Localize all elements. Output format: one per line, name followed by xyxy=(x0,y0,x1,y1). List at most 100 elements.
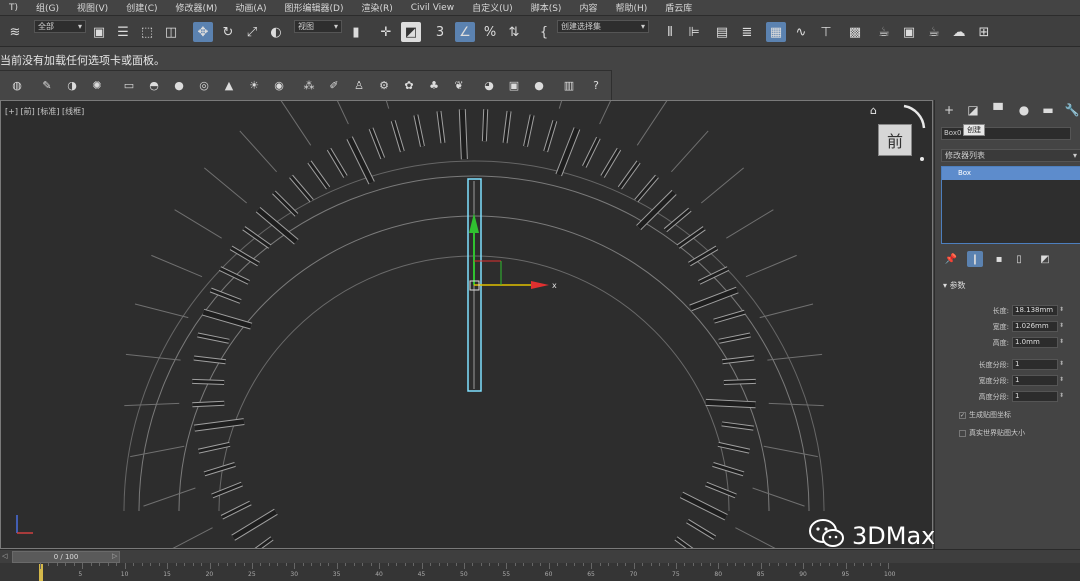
move-icon[interactable]: ✥ xyxy=(193,22,213,42)
spinner-snap-icon[interactable]: ⇅ xyxy=(504,22,524,42)
modify-tab-icon[interactable]: ◪ xyxy=(964,101,982,119)
particle-icon[interactable]: ⁂ xyxy=(300,76,318,94)
spinner-icon[interactable]: ⬍ xyxy=(1059,338,1064,345)
align-icon[interactable]: ⊫ xyxy=(684,22,704,42)
real-world-map-checkbox[interactable]: 真实世界贴图大小 xyxy=(959,428,1025,438)
menu-item[interactable]: 渲染(R) xyxy=(352,1,401,14)
remove-modifier-icon[interactable]: ▯ xyxy=(1011,251,1027,267)
modifier-stack[interactable]: Box xyxy=(941,166,1080,244)
modifier-list-dropdown[interactable]: 修改器列表 xyxy=(941,149,1080,162)
plant-icon[interactable]: ✿ xyxy=(400,76,418,94)
select-object-icon[interactable]: ▣ xyxy=(89,22,109,42)
named-selection-dropdown[interactable]: 创建选择集 xyxy=(557,20,649,33)
viewcube[interactable]: ⌂ 前 xyxy=(862,100,932,165)
cone-icon[interactable]: ▲ xyxy=(220,76,238,94)
render-iterative-icon[interactable]: ☁ xyxy=(949,22,969,42)
sun-icon[interactable]: ☀ xyxy=(245,76,263,94)
show-end-result-icon[interactable]: ❙ xyxy=(967,251,983,267)
height-segs-field[interactable]: 1 xyxy=(1012,391,1058,402)
keyboard-shortcut-icon[interactable]: ◩ xyxy=(401,22,421,42)
menu-item[interactable]: 图形编辑器(D) xyxy=(276,1,353,14)
sphere-icon[interactable]: ● xyxy=(170,76,188,94)
spinner-icon[interactable]: ⬍ xyxy=(1059,306,1064,313)
hierarchy-tab-icon[interactable]: ▀ xyxy=(989,101,1007,119)
snap-3d-icon[interactable]: 3 xyxy=(430,22,450,42)
selection-filter-dropdown[interactable]: 全部 xyxy=(34,20,86,33)
height-field[interactable]: 1.0mm xyxy=(1012,337,1058,348)
percent-snap-icon[interactable]: % xyxy=(480,22,500,42)
fur-icon[interactable]: ❦ xyxy=(450,76,468,94)
place-icon[interactable]: ◐ xyxy=(266,22,286,42)
material-ball-icon[interactable]: ● xyxy=(530,76,548,94)
menu-item[interactable]: 自定义(U) xyxy=(463,1,522,14)
pivot-icon[interactable]: ▮ xyxy=(346,22,366,42)
toggle-ribbon-icon[interactable]: ▦ xyxy=(766,22,786,42)
help-icon[interactable]: ? xyxy=(587,76,605,94)
edit-named-sel-icon[interactable]: { xyxy=(534,22,554,42)
front-viewport[interactable]: [+] [前] [标准] [线框] x xyxy=(0,100,933,549)
torus-icon[interactable]: ◎ xyxy=(195,76,213,94)
rotate-icon[interactable]: ↻ xyxy=(218,22,238,42)
menu-item[interactable]: 内容 xyxy=(570,1,606,14)
viewcube-front-face[interactable]: 前 xyxy=(878,124,912,156)
globe-icon[interactable]: ◕ xyxy=(480,76,498,94)
menu-item[interactable]: 脚本(S) xyxy=(522,1,571,14)
undo-redo-icon[interactable]: ≋ xyxy=(5,22,25,42)
motion-tab-icon[interactable]: ● xyxy=(1015,101,1033,119)
material-editor-icon[interactable]: ▩ xyxy=(845,22,865,42)
pen-icon[interactable]: ✐ xyxy=(325,76,343,94)
window-crossing-icon[interactable]: ◫ xyxy=(161,22,181,42)
spinner-icon[interactable]: ⬍ xyxy=(1059,392,1064,399)
gen-map-coords-checkbox[interactable]: ✓ 生成贴图坐标 xyxy=(959,410,1011,420)
rollout-header[interactable]: ▾ 参数 xyxy=(941,280,1080,291)
render-cloud-icon[interactable]: ⊞ xyxy=(974,22,994,42)
pin-stack-icon[interactable]: 📌 xyxy=(943,251,959,267)
width-field[interactable]: 1.026mm xyxy=(1012,321,1058,332)
dome-icon[interactable]: ◓ xyxy=(145,76,163,94)
menu-item[interactable]: 帮助(H) xyxy=(606,1,656,14)
select-by-name-icon[interactable]: ☰ xyxy=(113,22,133,42)
create-tab-icon[interactable]: + xyxy=(940,101,958,119)
box-prim-icon[interactable]: ▭ xyxy=(120,76,138,94)
track-toggle-icon[interactable]: ◁ xyxy=(2,552,7,560)
menu-item[interactable]: 动画(A) xyxy=(226,1,275,14)
camera-icon[interactable]: ▣ xyxy=(505,76,523,94)
schematic-icon[interactable]: ⊤ xyxy=(816,22,836,42)
menu-item[interactable]: T) xyxy=(0,3,27,13)
time-slider[interactable]: 0 / 100 xyxy=(12,551,120,563)
length-field[interactable]: 18.138mm xyxy=(1012,305,1058,316)
sphere-half-icon[interactable]: ◑ xyxy=(63,76,81,94)
scene-explorer-icon[interactable]: ▤ xyxy=(712,22,732,42)
object-name-field[interactable]: Box0 xyxy=(941,127,1071,140)
display-tab-icon[interactable]: ▬ xyxy=(1039,101,1057,119)
tree-icon[interactable]: ♣ xyxy=(425,76,443,94)
menu-item[interactable]: 创建(C) xyxy=(117,1,166,14)
next-frame-icon[interactable]: ▷ xyxy=(112,552,117,560)
figure-icon[interactable]: ♙ xyxy=(350,76,368,94)
settings-icon[interactable]: ▥ xyxy=(560,76,578,94)
width-segs-field[interactable]: 1 xyxy=(1012,375,1058,386)
rect-selection-icon[interactable]: ⬚ xyxy=(137,22,157,42)
menu-item[interactable]: 盾云库 xyxy=(656,1,701,14)
render-setup-icon[interactable]: ☕ xyxy=(874,22,894,42)
track-bar[interactable]: 5 10 15 20 25 30 35 40 45 50 55 60 65 70 75 80 85 90 95 100 xyxy=(0,563,1080,581)
mirror-icon[interactable]: ⫴ xyxy=(660,22,680,42)
utilities-tab-icon[interactable]: 🔧 xyxy=(1063,101,1080,119)
ref-coord-dropdown[interactable]: 视图 xyxy=(294,20,342,33)
curve-editor-icon[interactable]: ∿ xyxy=(791,22,811,42)
length-segs-field[interactable]: 1 xyxy=(1012,359,1058,370)
rendered-frame-icon[interactable]: ▣ xyxy=(899,22,919,42)
angle-snap-icon[interactable]: ∠ xyxy=(455,22,475,42)
menu-item[interactable]: 修改器(M) xyxy=(167,1,227,14)
select-manipulate-icon[interactable]: ✛ xyxy=(376,22,396,42)
menu-item[interactable]: 组(G) xyxy=(27,1,68,14)
spinner-icon[interactable]: ⬍ xyxy=(1059,360,1064,367)
gear-paint-icon[interactable]: ✺ xyxy=(88,76,106,94)
layer-icon[interactable]: ≣ xyxy=(737,22,757,42)
gear-icon[interactable]: ⚙ xyxy=(375,76,393,94)
render-icon[interactable]: ☕ xyxy=(924,22,944,42)
menu-item[interactable]: 视图(V) xyxy=(68,1,117,14)
stack-item[interactable]: Box xyxy=(942,167,1080,180)
make-unique-icon[interactable]: ▪ xyxy=(991,251,1007,267)
paint-icon[interactable]: ◍ xyxy=(8,76,26,94)
